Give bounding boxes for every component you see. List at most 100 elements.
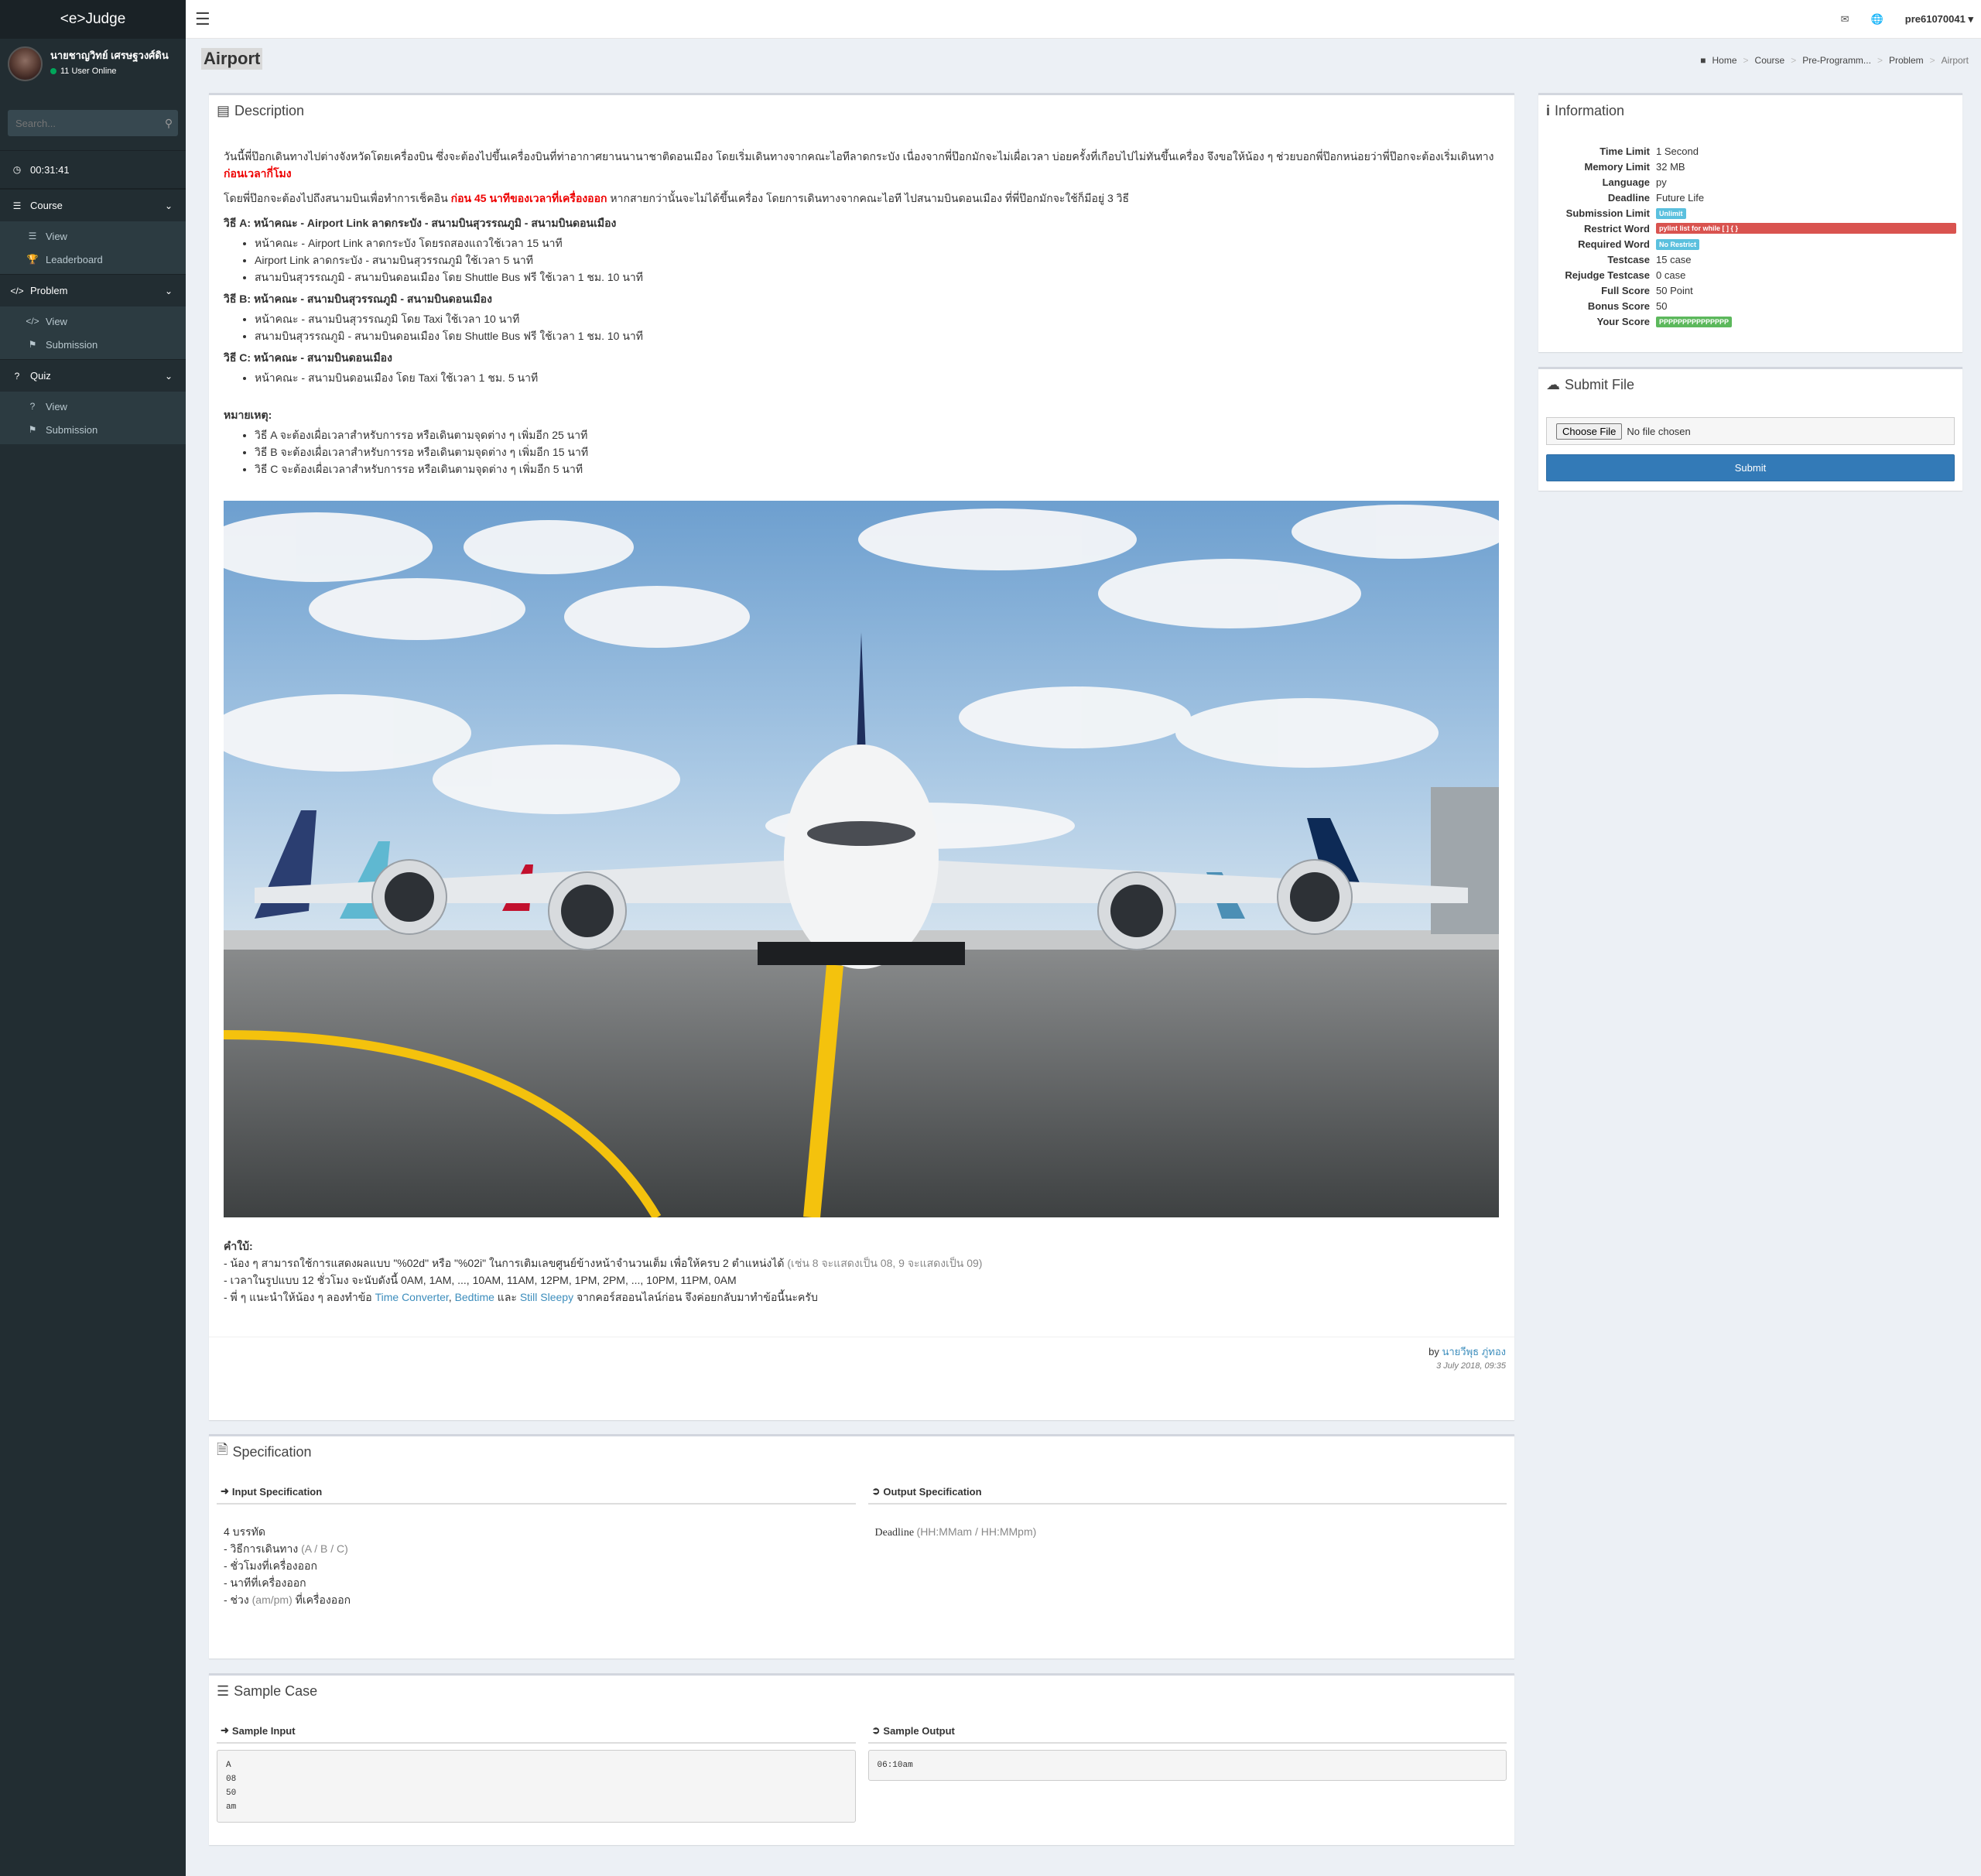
input-spec-body: 4 บรรทัด - วิธีการเดินทาง (A / B / C) - …	[217, 1505, 856, 1608]
info-row: Language py	[1538, 174, 1962, 190]
timer-value: 00:31:41	[30, 163, 70, 176]
nav-quiz-label: Quiz	[30, 370, 51, 382]
submit-box: ☁ Submit File Choose File No file chosen…	[1538, 367, 1962, 491]
output-spec-title: Output Specification	[883, 1485, 982, 1498]
question-icon: ?	[29, 401, 36, 412]
nav-course-leaderboard[interactable]: 🏆 Leaderboard	[0, 248, 186, 271]
list-item: วิธี B จะต้องเผื่อเวลาสำหรับการรอ หรือเด…	[255, 443, 1500, 460]
breadcrumb-problem[interactable]: Problem	[1889, 55, 1924, 66]
route-c-title: วิธี C: หน้าคณะ - สนามบินดอนเมือง	[224, 351, 392, 364]
info-key: Required Word	[1578, 238, 1650, 250]
clock-icon: ◷	[12, 164, 22, 175]
list-item: หน้าคณะ - สนามบินดอนเมือง โดย Taxi ใช้เว…	[255, 369, 1500, 386]
spec-text: ที่เครื่องออก	[292, 1594, 351, 1606]
info-key: Time Limit	[1600, 145, 1650, 157]
time-converter-link[interactable]: Time Converter	[375, 1291, 449, 1303]
description-body: วันนี้พี่ป๊อกเดินทางไปต่างจังหวัดโดยเครื…	[209, 126, 1514, 1306]
list-item: วิธี A จะต้องเผื่อเวลาสำหรับการรอ หรือเด…	[255, 426, 1500, 443]
breadcrumb-preprogram[interactable]: Pre-Programm...	[1802, 55, 1871, 66]
bedtime-link[interactable]: Bedtime	[455, 1291, 494, 1303]
airplane-image	[224, 501, 1499, 1217]
info-key: Deadline	[1607, 191, 1650, 204]
search-input[interactable]	[8, 110, 159, 136]
spec-text: - ช่วง	[224, 1594, 252, 1606]
avatar	[8, 46, 43, 81]
nav-course[interactable]: ☰ Course ⌄	[0, 189, 186, 221]
nav-quiz-submission[interactable]: ⚑ Submission	[0, 418, 186, 441]
author-link[interactable]: นายวีพุธ ภู่ทอง	[1442, 1346, 1506, 1357]
specification-title: Specification	[232, 1443, 312, 1460]
list-item: สนามบินสุวรรณภูมิ - สนามบินดอนเมือง โดย …	[255, 327, 1500, 344]
hint-line-1: - น้อง ๆ สามารถใช้การแสดงผลแบบ "%02d" หร…	[224, 1255, 1500, 1272]
sample-input-code: A 08 50 am	[217, 1750, 856, 1823]
breadcrumb-course[interactable]: Course	[1755, 55, 1785, 66]
output-spec-head: ➲ Output Specification	[867, 1484, 1507, 1505]
output-spec-body: Deadline (HH:MMam / HH:MMpm)	[868, 1505, 1507, 1542]
nav-quiz-view[interactable]: ? View	[0, 395, 186, 418]
info-row: Time Limit 1 Second	[1538, 143, 1962, 159]
score-badge: PPPPPPPPPPPPPPP	[1656, 317, 1733, 327]
list-item: Airport Link ลาดกระบัง - สนามบินสุวรรณภู…	[255, 252, 1500, 269]
info-key: Testcase	[1607, 253, 1650, 265]
submit-button[interactable]: Submit	[1546, 454, 1955, 481]
sample-input-head: ➜ Sample Input	[217, 1724, 856, 1744]
nav-item-label: View	[46, 400, 67, 413]
chevron-down-icon: ⌄	[164, 200, 173, 211]
info-value: 50	[1656, 300, 1668, 312]
nav-course-view[interactable]: ☰ View	[0, 224, 186, 248]
list-icon: ☰	[12, 200, 22, 211]
envelope-icon[interactable]: ✉	[1841, 13, 1849, 26]
nav-item-label: View	[46, 315, 67, 327]
hint-text-1: - น้อง ๆ สามารถใช้การแสดงผลแบบ "%02d" หร…	[224, 1257, 788, 1269]
nav-course-label: Course	[30, 200, 63, 211]
restrict-word-badge: pylint list for while [ ] { }	[1656, 223, 1956, 234]
hint-text-3b: จากคอร์สออนไลน์ก่อน จึงค่อยกลับมาทำข้อนี…	[573, 1291, 818, 1303]
nav-problem-submission[interactable]: ⚑ Submission	[0, 333, 186, 356]
info-key: Submission Limit	[1565, 207, 1650, 219]
cloud-upload-icon: ☁	[1546, 376, 1560, 392]
question-icon: ?	[14, 370, 20, 382]
sample-columns: ➜ Sample Input A 08 50 am ➲ Sample Output …	[209, 1707, 1514, 1823]
list-item: หน้าคณะ - Airport Link ลาดกระบัง โดยรถสอ…	[255, 234, 1500, 252]
chevron-down-icon: ⌄	[164, 370, 173, 382]
specification-box: 🗎 Specification ➜ Input Specification 4 บ…	[209, 1434, 1514, 1659]
hint-title: คำใบ้:	[224, 1240, 253, 1252]
info-key: Your Score	[1596, 315, 1650, 327]
breadcrumb-separator: >	[1877, 55, 1883, 66]
sample-case-box: ☰ Sample Case ➜ Sample Input A 08 50 am ➲…	[209, 1673, 1514, 1845]
sign-in-icon: ➜	[221, 1485, 229, 1497]
route-a-list: หน้าคณะ - Airport Link ลาดกระบัง โดยรถสอ…	[255, 234, 1500, 286]
info-row: Deadline Future Life	[1538, 190, 1962, 205]
globe-icon[interactable]: 🌐	[1871, 13, 1883, 26]
route-c-list: หน้าคณะ - สนามบินดอนเมือง โดย Taxi ใช้เว…	[255, 369, 1500, 386]
sample-output-title: Sample Output	[883, 1724, 955, 1737]
breadcrumb: ■ Home > Course > Pre-Programm... > Problem…	[1700, 55, 1969, 66]
search-icon[interactable]: ⚲	[159, 110, 178, 136]
specification-columns: ➜ Input Specification 4 บรรทัด - วิธีการเ…	[209, 1467, 1514, 1608]
sign-in-icon: ➜	[221, 1724, 229, 1736]
input-spec-head: ➜ Input Specification	[217, 1484, 856, 1505]
breadcrumb-home[interactable]: Home	[1712, 55, 1737, 66]
nav-problem[interactable]: </> Problem ⌄	[0, 274, 186, 306]
route-b-title: วิธี B: หน้าคณะ - สนามบินสุวรรณภูมิ - สน…	[224, 293, 492, 305]
intro-highlight-1: ก่อนเวลากี่โมง	[224, 167, 292, 180]
info-value: 32 MB	[1656, 160, 1685, 173]
topbar: ☰ ✉ 🌐 pre61070041 ▾	[186, 0, 1981, 39]
info-row: Restrict Word pylint list for while [ ] {…	[1538, 221, 1962, 236]
newspaper-icon: ▤	[217, 102, 231, 118]
nav-quiz[interactable]: ? Quiz ⌄	[0, 359, 186, 392]
spec-line: - นาทีที่เครื่องออก	[224, 1576, 306, 1589]
document-icon: 🗎	[217, 1442, 228, 1457]
menu-toggle-icon[interactable]: ☰	[195, 9, 210, 29]
hint-example: (เช่น 8 จะแสดงเป็น 08, 9 จะแสดงเป็น 09)	[787, 1257, 983, 1269]
page-title: Airport	[201, 48, 263, 70]
nav-problem-view[interactable]: </> View	[0, 310, 186, 333]
hint-and: และ	[494, 1291, 520, 1303]
user-menu[interactable]: pre61070041 ▾	[1905, 13, 1973, 26]
choose-file-button[interactable]: Choose File	[1556, 423, 1623, 440]
timer: ◷ 00:31:41	[0, 150, 186, 189]
app-logo[interactable]: <e>Judge	[0, 0, 186, 39]
info-key: Restrict Word	[1584, 222, 1650, 234]
still-sleepy-link[interactable]: Still Sleepy	[520, 1291, 573, 1303]
file-input[interactable]: Choose File No file chosen	[1546, 417, 1955, 445]
